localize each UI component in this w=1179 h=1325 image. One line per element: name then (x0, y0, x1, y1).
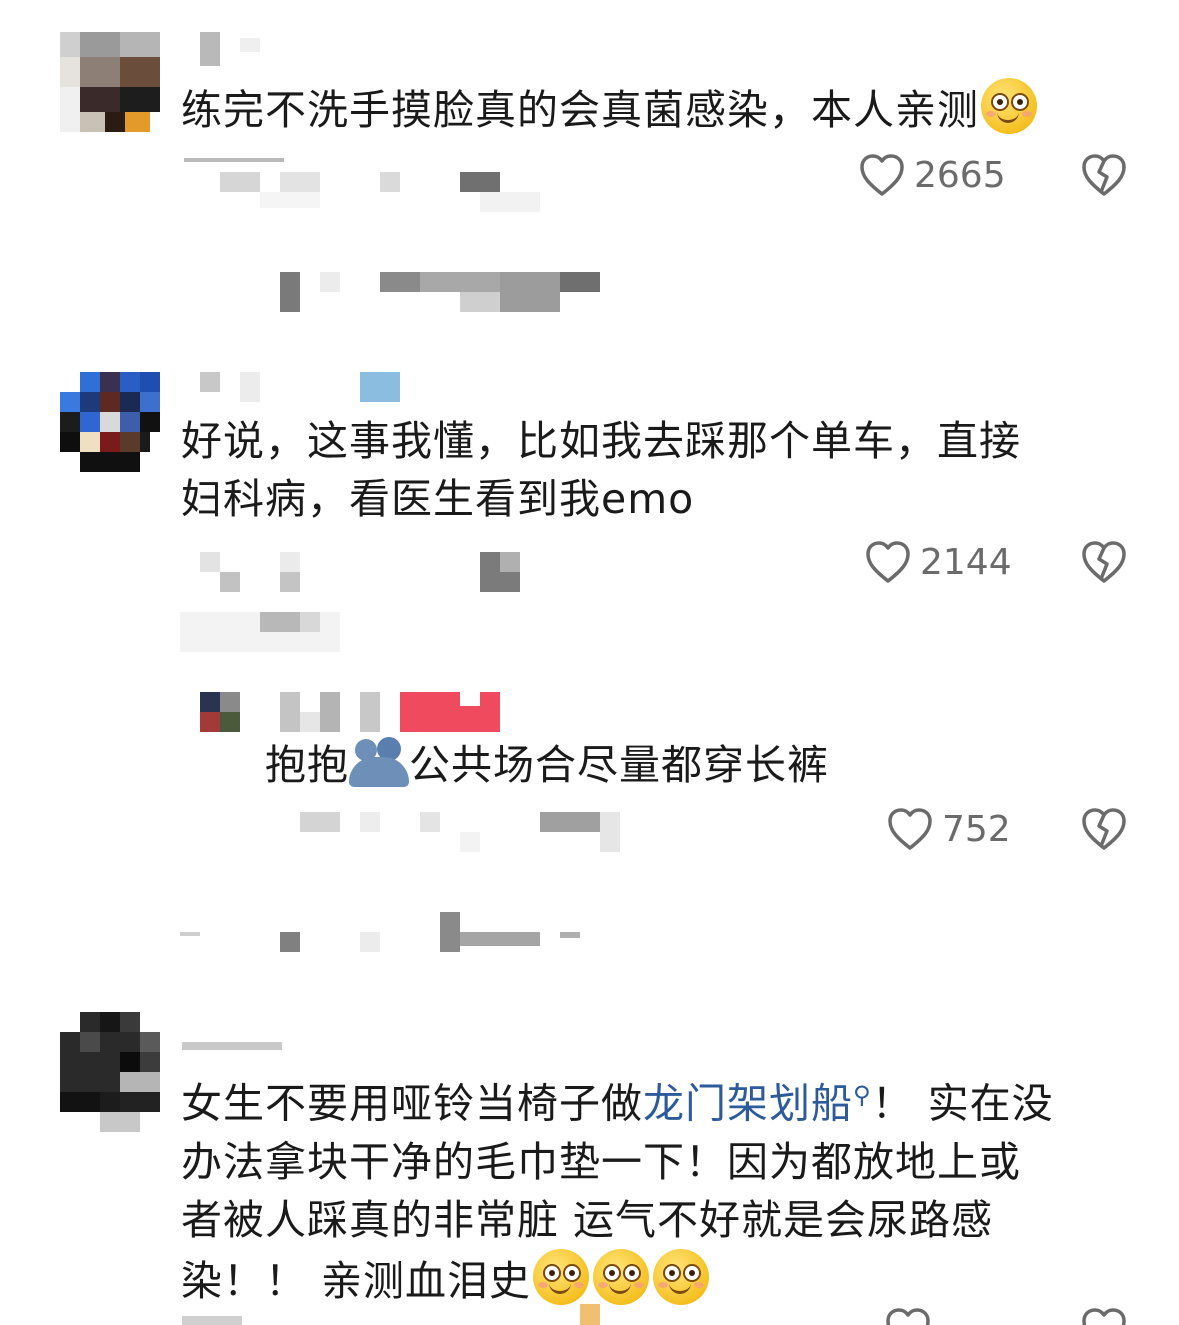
smiley-face-emoji (653, 1248, 710, 1305)
comment-line: 者被人踩真的非常脏 运气不好就是会尿路感 (181, 1195, 994, 1244)
broken-heart-icon (1082, 808, 1126, 850)
like-button[interactable] (884, 1306, 932, 1325)
heart-outline-icon (860, 154, 904, 196)
comment-line: 好说，这事我懂，比如我去踩那个单车，直接 (181, 417, 1021, 465)
comment-text: 好说，这事我懂，比如我去踩那个单车，直接 妇科病，看医生看到我emo (181, 412, 1021, 528)
smiley-face-emoji (981, 78, 1037, 134)
broken-heart-icon (1082, 1308, 1126, 1325)
like-count: 2144 (920, 541, 1012, 583)
reply-body-start: 抱抱 (265, 741, 349, 789)
comment-line: 妇科病，看医生看到我emo (181, 475, 695, 523)
keyword-search-link[interactable]: 龙门架划船 (643, 1080, 853, 1128)
comment-text: 练完不洗手摸脸真的会真菌感染，本人亲测 (181, 78, 1039, 139)
avatar[interactable] (60, 372, 160, 472)
comment-body: 练完不洗手摸脸真的会真菌感染，本人亲测 (181, 86, 979, 134)
comment-line: 女生不要用哑铃当椅子做龙门架划船⚲！ 实在没 (181, 1066, 1054, 1133)
like-count: 2665 (914, 154, 1006, 196)
heart-outline-icon (886, 1308, 930, 1325)
dislike-button[interactable] (1080, 152, 1128, 202)
dislike-button[interactable] (1080, 806, 1128, 856)
avatar[interactable] (60, 1012, 160, 1132)
comment-line-part: ！ 实在没 (871, 1079, 1054, 1128)
dislike-button[interactable] (1080, 1306, 1128, 1325)
comment-text: 女生不要用哑铃当椅子做龙门架划船⚲！ 实在没 办法拿块干净的毛巾垫一下！因为都放… (181, 1066, 1054, 1310)
hug-emoji (349, 737, 409, 787)
reply-avatar[interactable] (200, 692, 240, 732)
comment-line-part: 女生不要用哑铃当椅子做 (181, 1079, 643, 1128)
reply-text: 抱抱 公共场合尽量都穿长裤 (265, 736, 829, 794)
reply-body-end: 公共场合尽量都穿长裤 (409, 741, 829, 789)
smiley-face-emoji (533, 1248, 590, 1305)
like-button[interactable]: 2665 (858, 150, 1006, 200)
heart-outline-icon (866, 541, 910, 583)
broken-heart-icon (1082, 541, 1126, 583)
like-button[interactable]: 2144 (864, 537, 1012, 587)
comment-line: 办法拿块干净的毛巾垫一下！因为都放地上或 (181, 1137, 1021, 1186)
comment-line: 染！！ 亲测血泪史 (181, 1248, 1054, 1310)
avatar[interactable] (60, 32, 160, 132)
like-count: 752 (942, 808, 1011, 850)
search-icon[interactable]: ⚲ (853, 1081, 872, 1109)
broken-heart-icon (1082, 154, 1126, 196)
comment-line-part: 染！！ 亲测血泪史 (181, 1256, 532, 1305)
heart-outline-icon (888, 808, 932, 850)
smiley-face-emoji (593, 1248, 650, 1305)
dislike-button[interactable] (1080, 539, 1128, 589)
like-button[interactable]: 752 (886, 804, 1011, 854)
